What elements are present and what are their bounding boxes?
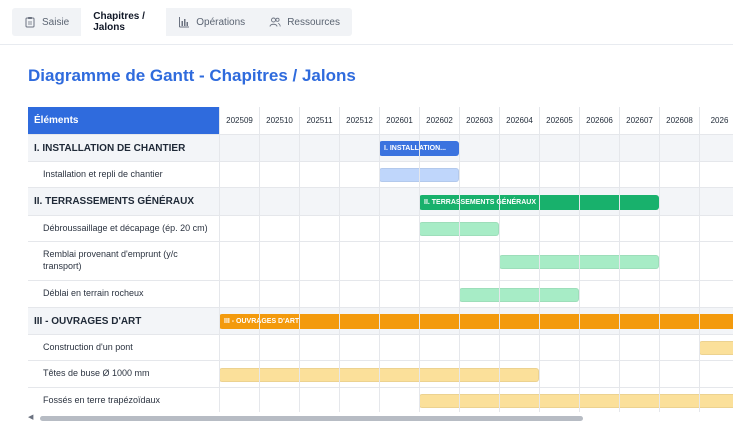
tab-label: Opérations	[196, 16, 246, 28]
tab-operations[interactable]: Opérations	[166, 8, 257, 36]
month-header: 202510	[259, 107, 299, 134]
chapter-label: II. TERRASSEMENTS GÉNÉRAUX	[34, 196, 195, 207]
grid-line	[419, 134, 420, 412]
grid-line	[299, 134, 300, 412]
users-icon	[269, 16, 281, 28]
bar-chart-icon	[178, 16, 190, 28]
month-header: 202607	[619, 107, 659, 134]
month-header: 202605	[539, 107, 579, 134]
month-header: 202511	[299, 107, 339, 134]
scrollbar-thumb[interactable]	[40, 416, 583, 421]
grid-line	[579, 134, 580, 412]
task-bar[interactable]	[459, 288, 579, 302]
month-header: 202606	[579, 107, 619, 134]
grid-line	[379, 134, 380, 412]
grid-line	[499, 134, 500, 412]
chapter-bar[interactable]: III - OUVRAGES D'ART	[219, 314, 733, 329]
task-label: Têtes de buse Ø 1000 mm	[43, 368, 150, 379]
tab-label: Chapitres / Jalons	[93, 11, 145, 33]
grid-line	[259, 134, 260, 412]
chapter-row: III - OUVRAGES D'ART III - OUVRAGES D'ART	[28, 307, 733, 334]
chapter-row: II. TERRASSEMENTS GÉNÉRAUX II. TERRASSEME…	[28, 187, 733, 215]
task-label: Installation et repli de chantier	[43, 168, 163, 179]
task-bar[interactable]	[699, 341, 733, 355]
month-header: 202604	[499, 107, 539, 134]
tab-saisie[interactable]: Saisie	[12, 8, 81, 36]
task-row: Fossés en terre trapézoïdaux	[28, 387, 733, 412]
task-label: Construction d'un pont	[43, 341, 133, 352]
task-row: Déblai en terrain rocheux	[28, 280, 733, 307]
task-label: Remblai provenant d'emprunt (y/c transpo…	[43, 249, 178, 271]
grid-line	[459, 134, 460, 412]
grid-line	[539, 134, 540, 412]
task-row: Construction d'un pont	[28, 334, 733, 360]
gantt-header: Éléments 202509 202510 202511 202512 202601 2…	[28, 107, 733, 134]
chapter-label: I. INSTALLATION DE CHANTIER	[34, 142, 186, 154]
grid-line	[339, 134, 340, 412]
clipboard-icon	[24, 16, 36, 28]
month-header: 2026	[699, 107, 733, 134]
task-label: Fossés en terre trapézoïdaux	[43, 394, 161, 405]
grid-line	[619, 134, 620, 412]
tab-chapitres-jalons[interactable]: Chapitres / Jalons	[81, 8, 167, 36]
divider	[0, 44, 733, 45]
month-header: 202608	[659, 107, 699, 134]
tab-ressources[interactable]: Ressources	[257, 8, 352, 36]
task-bar[interactable]	[419, 394, 733, 408]
tab-label: Ressources	[287, 16, 340, 28]
task-row: Débroussaillage et décapage (ép. 20 cm)	[28, 215, 733, 241]
tab-label: Saisie	[42, 16, 70, 28]
elements-header: Éléments	[28, 107, 219, 134]
page-title: Diagramme de Gantt - Chapitres / Jalons	[28, 66, 356, 85]
gantt-chart: Éléments 202509 202510 202511 202512 202601 2…	[28, 107, 733, 412]
tab-bar: Saisie Chapitres / Jalons Opérations Res…	[12, 8, 352, 36]
month-header: 202603	[459, 107, 499, 134]
task-label: Débroussaillage et décapage (ép. 20 cm)	[43, 222, 208, 233]
task-row: Têtes de buse Ø 1000 mm	[28, 360, 733, 387]
task-label: Déblai en terrain rocheux	[43, 288, 144, 299]
horizontal-scrollbar[interactable]: ◀	[28, 414, 733, 422]
chapter-row: I. INSTALLATION DE CHANTIER I. INSTALLATI…	[28, 134, 733, 161]
month-header: 202602	[419, 107, 459, 134]
grid-line	[699, 134, 700, 412]
grid-line	[219, 134, 220, 412]
grid-line	[659, 134, 660, 412]
month-header: 202509	[219, 107, 259, 134]
month-header: 202512	[339, 107, 379, 134]
task-row: Remblai provenant d'emprunt (y/c transpo…	[28, 241, 733, 280]
scroll-left-icon[interactable]: ◀	[28, 414, 36, 422]
month-header: 202601	[379, 107, 419, 134]
task-row: Installation et repli de chantier	[28, 161, 733, 187]
chapter-label: III - OUVRAGES D'ART	[34, 315, 142, 327]
